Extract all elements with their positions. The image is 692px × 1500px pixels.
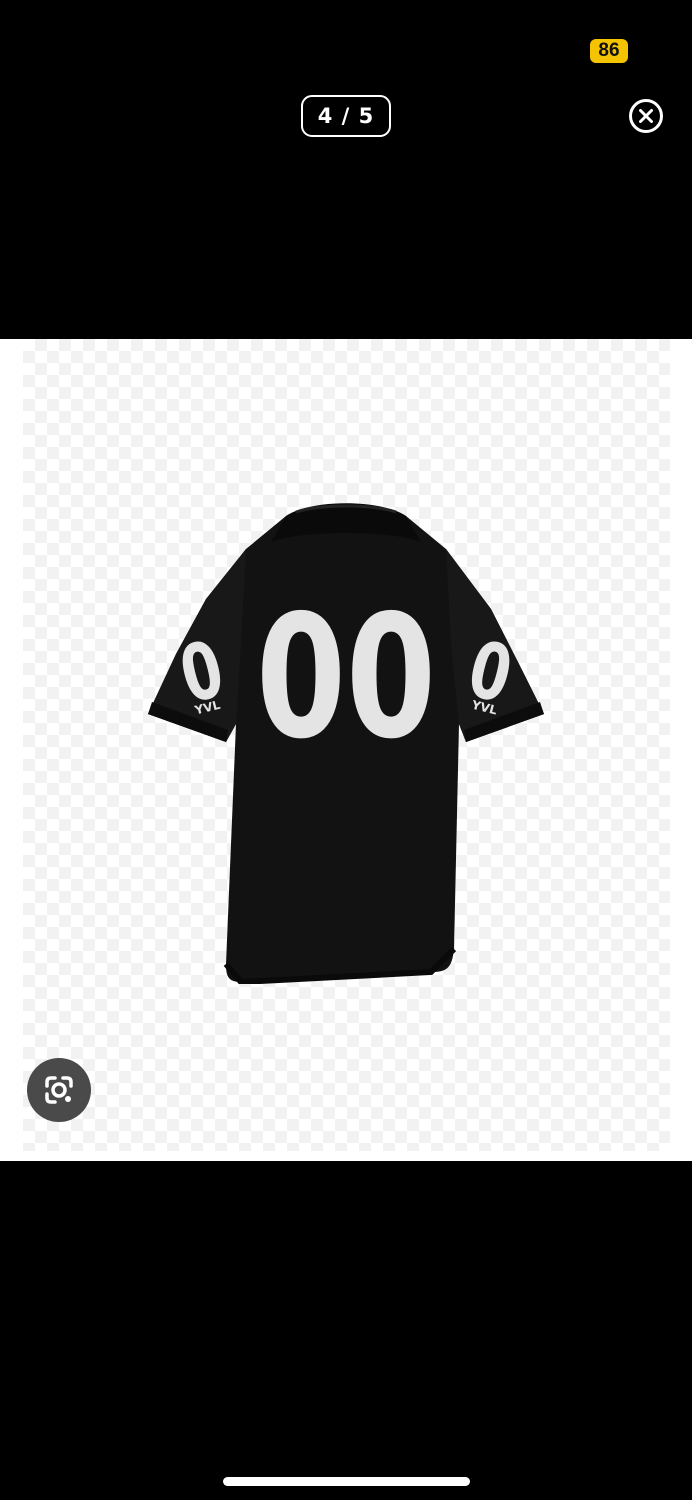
back-number: 00 — [256, 579, 436, 777]
polo-shirt-drawing: 00 0 YVL 0 YVL — [148, 503, 544, 984]
close-button[interactable] — [628, 98, 664, 134]
google-lens-icon — [45, 1076, 73, 1104]
product-image[interactable]: 00 0 YVL 0 YVL — [0, 339, 692, 1161]
image-counter: 4 / 5 — [301, 95, 391, 137]
close-circle-icon — [629, 99, 663, 133]
home-indicator[interactable] — [223, 1477, 470, 1486]
image-viewer-screen: 86 4 / 5 00 0 YVL 0 YVL — [0, 0, 692, 1500]
visual-search-button[interactable] — [27, 1058, 91, 1122]
battery-indicator: 86 — [590, 39, 628, 63]
polo-shirt-image: 00 0 YVL 0 YVL — [146, 494, 546, 984]
